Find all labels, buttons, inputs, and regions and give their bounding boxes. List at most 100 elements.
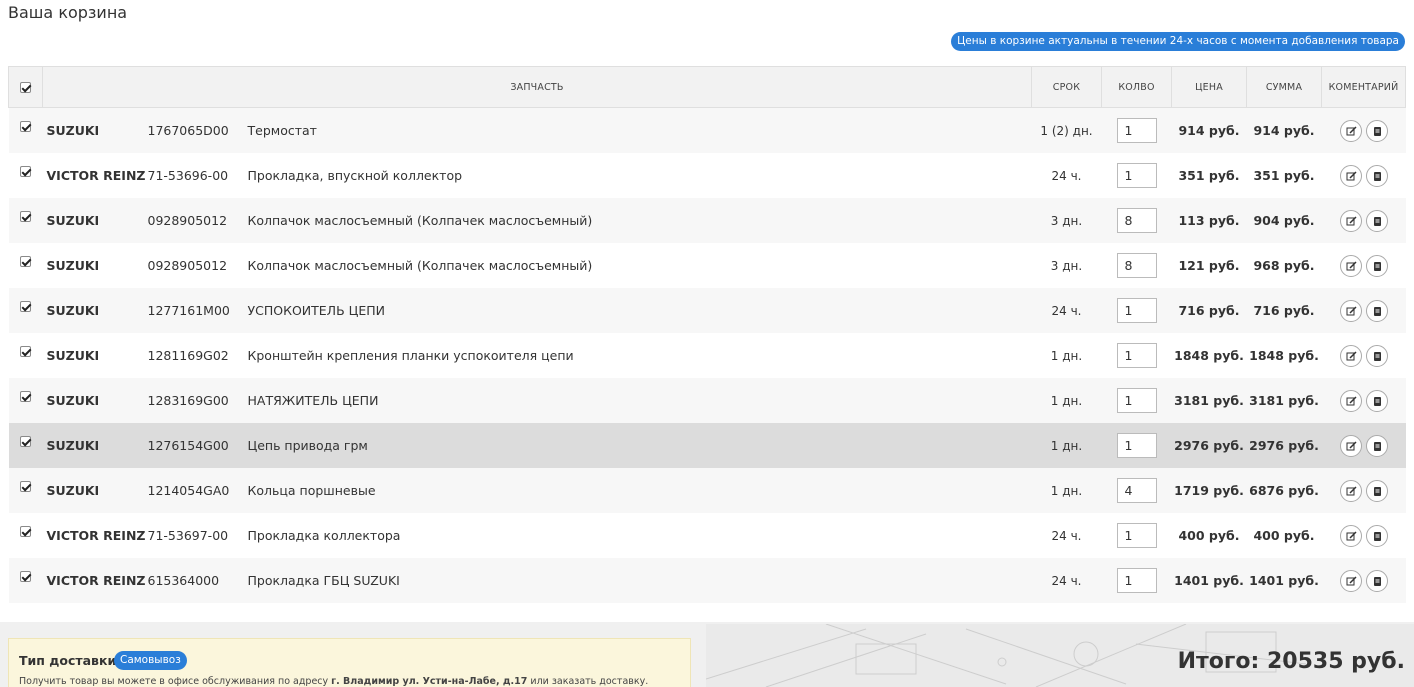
quantity-input[interactable]: 1 <box>1116 118 1157 143</box>
unit-price: 113 руб. <box>1171 198 1247 243</box>
comment-book-icon[interactable] <box>1365 434 1388 457</box>
part-brand: VICTOR REINZ <box>46 573 146 588</box>
row-checkbox[interactable] <box>20 391 31 402</box>
header-qty: КОЛВО <box>1101 66 1172 108</box>
row-checkbox[interactable] <box>20 166 31 177</box>
edit-comment-icon[interactable] <box>1339 299 1362 322</box>
comment-cell <box>1321 513 1406 558</box>
comment-book-icon[interactable] <box>1365 299 1388 322</box>
row-checkbox[interactable] <box>20 121 31 132</box>
delivery-term: 3 дн. <box>1031 243 1102 288</box>
select-all-checkbox[interactable] <box>20 81 31 93</box>
part-name: Прокладка ГБЦ SUZUKI <box>247 573 400 588</box>
part-article: 1283169G00 <box>147 393 229 408</box>
unit-price: 716 руб. <box>1171 288 1247 333</box>
edit-comment-icon[interactable] <box>1339 119 1362 142</box>
part-name: Прокладка коллектора <box>247 528 401 543</box>
comment-cell <box>1321 243 1406 288</box>
table-row: SUZUKI 0928905012 Колпачок маслосъемный (К… <box>8 198 1406 243</box>
line-sum: 1848 руб. <box>1246 333 1322 378</box>
edit-comment-icon[interactable] <box>1339 254 1362 277</box>
quantity-input[interactable]: 1 <box>1116 568 1157 593</box>
quantity-input[interactable]: 4 <box>1116 478 1157 503</box>
part-article: 0928905012 <box>147 258 228 273</box>
row-select-cell <box>8 513 43 558</box>
row-checkbox[interactable] <box>20 526 31 537</box>
comment-book-icon[interactable] <box>1365 479 1388 502</box>
comment-book-icon[interactable] <box>1365 524 1388 547</box>
quantity-input[interactable]: 1 <box>1116 523 1157 548</box>
comment-cell <box>1321 558 1406 603</box>
comment-book-icon[interactable] <box>1365 164 1388 187</box>
edit-comment-icon[interactable] <box>1339 569 1362 592</box>
row-select-cell <box>8 333 43 378</box>
row-checkbox[interactable] <box>20 346 31 357</box>
quantity-input[interactable]: 1 <box>1116 343 1157 368</box>
table-row: SUZUKI 1767065D00 Термостат 1 (2) дн. 1 914 р… <box>8 107 1406 153</box>
quantity-input[interactable]: 1 <box>1116 433 1157 458</box>
part-name: Термостат <box>247 123 317 138</box>
line-sum: 716 руб. <box>1246 288 1322 333</box>
line-sum: 904 руб. <box>1246 198 1322 243</box>
quantity-input[interactable]: 8 <box>1116 253 1157 278</box>
part-cell: SUZUKI 0928905012 Колпачок маслосъемный (К… <box>42 198 1032 243</box>
row-checkbox[interactable] <box>20 256 31 267</box>
comment-book-icon[interactable] <box>1365 389 1388 412</box>
part-article: 1767065D00 <box>147 123 229 138</box>
edit-comment-icon[interactable] <box>1339 479 1362 502</box>
part-cell: SUZUKI 1276154G00 Цепь привода грм <box>42 423 1032 468</box>
part-name: Колпачок маслосъемный (Колпачек маслосъе… <box>247 213 593 228</box>
quantity-input[interactable]: 1 <box>1116 298 1157 323</box>
delivery-term: 1 дн. <box>1031 333 1102 378</box>
quantity-input[interactable]: 8 <box>1116 208 1157 233</box>
qty-cell: 1 <box>1101 288 1172 333</box>
comment-book-icon[interactable] <box>1365 254 1388 277</box>
part-cell: SUZUKI 1767065D00 Термостат <box>42 107 1032 153</box>
row-checkbox[interactable] <box>20 481 31 492</box>
part-cell: VICTOR REINZ 71-53697-00 Прокладка коллект… <box>42 513 1032 558</box>
delivery-term: 1 дн. <box>1031 468 1102 513</box>
comment-book-icon[interactable] <box>1365 209 1388 232</box>
delivery-term: 1 дн. <box>1031 423 1102 468</box>
edit-comment-icon[interactable] <box>1339 344 1362 367</box>
edit-comment-icon[interactable] <box>1339 209 1362 232</box>
row-checkbox[interactable] <box>20 436 31 447</box>
part-brand: SUZUKI <box>46 303 100 318</box>
part-brand: SUZUKI <box>46 258 100 273</box>
comment-book-icon[interactable] <box>1365 119 1388 142</box>
row-checkbox[interactable] <box>20 211 31 222</box>
line-sum: 2976 руб. <box>1246 423 1322 468</box>
part-name: Цепь привода грм <box>247 438 368 453</box>
part-cell: VICTOR REINZ 615364000 Прокладка ГБЦ SUZUK… <box>42 558 1032 603</box>
line-sum: 3181 руб. <box>1246 378 1322 423</box>
delivery-panel: Тип доставки: Самовывоз Получить товар в… <box>8 638 691 687</box>
part-cell: SUZUKI 1281169G02 Кронштейн крепления план… <box>42 333 1032 378</box>
edit-comment-icon[interactable] <box>1339 164 1362 187</box>
row-select-cell <box>8 243 43 288</box>
comment-cell <box>1321 378 1406 423</box>
part-article: 0928905012 <box>147 213 228 228</box>
page-title: Ваша корзина <box>8 3 128 22</box>
row-checkbox[interactable] <box>20 571 31 582</box>
edit-comment-icon[interactable] <box>1339 434 1362 457</box>
part-brand: SUZUKI <box>46 393 100 408</box>
quantity-input[interactable]: 1 <box>1116 163 1157 188</box>
row-select-cell <box>8 468 43 513</box>
quantity-input[interactable]: 1 <box>1116 388 1157 413</box>
edit-comment-icon[interactable] <box>1339 524 1362 547</box>
edit-comment-icon[interactable] <box>1339 389 1362 412</box>
part-brand: VICTOR REINZ <box>46 168 146 183</box>
comment-cell <box>1321 107 1406 153</box>
row-checkbox[interactable] <box>20 301 31 312</box>
delivery-type-badge[interactable]: Самовывоз <box>114 651 187 670</box>
line-sum: 968 руб. <box>1246 243 1322 288</box>
line-sum: 351 руб. <box>1246 153 1322 198</box>
unit-price: 914 руб. <box>1171 107 1247 153</box>
delivery-term: 24 ч. <box>1031 558 1102 603</box>
part-article: 1281169G02 <box>147 348 229 363</box>
part-article: 71-53696-00 <box>147 168 229 183</box>
comment-book-icon[interactable] <box>1365 569 1388 592</box>
line-sum: 400 руб. <box>1246 513 1322 558</box>
table-row: SUZUKI 1277161M00 УСПОКОИТЕЛЬ ЦЕПИ 24 ч. 1 71… <box>8 288 1406 333</box>
comment-book-icon[interactable] <box>1365 344 1388 367</box>
